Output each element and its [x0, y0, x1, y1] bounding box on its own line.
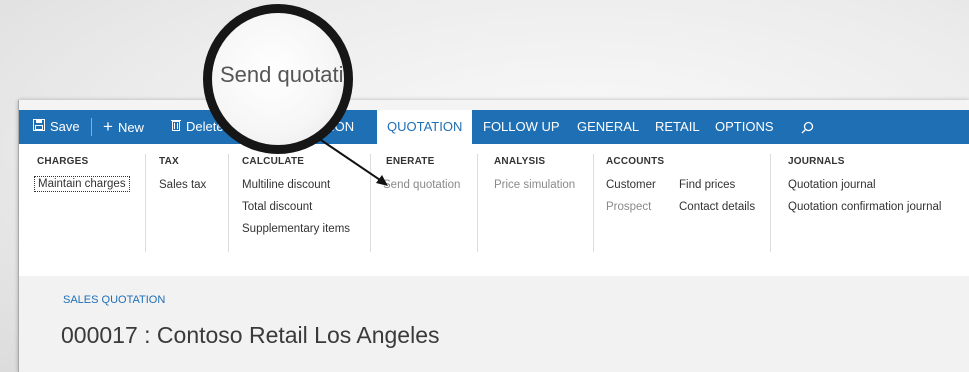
tab-options[interactable]: OPTIONS: [715, 110, 774, 144]
group-title: CHARGES: [37, 156, 89, 167]
group-divider: [477, 154, 478, 252]
group-divider: [370, 154, 371, 252]
tab-follow-up[interactable]: FOLLOW UP: [483, 110, 560, 144]
group-title: ANALYSIS: [494, 156, 546, 167]
group-journals: JOURNALS Quotation journal Quotation con…: [788, 144, 968, 264]
separator: [91, 118, 92, 136]
group-accounts: ACCOUNTS Customer Prospect Find prices C…: [606, 144, 771, 264]
new-label: New: [117, 120, 144, 135]
group-analysis: ANALYSIS Price simulation: [494, 144, 594, 264]
save-icon: [33, 110, 45, 144]
action-pane-bar: Save + New Delete ION QUOTATION FOLLOW UP…: [19, 110, 969, 144]
magnifier-lens: Send quotation: [203, 4, 353, 154]
prospect-button[interactable]: Prospect: [606, 201, 651, 213]
breadcrumb[interactable]: SALES QUOTATION: [63, 294, 165, 306]
save-label: Save: [50, 119, 80, 134]
search-button[interactable]: [801, 110, 814, 144]
group-divider: [770, 154, 771, 252]
tab-retail[interactable]: RETAIL: [655, 110, 700, 144]
quotation-journal-button[interactable]: Quotation journal: [788, 179, 876, 191]
send-quotation-button[interactable]: Send quotation: [383, 179, 460, 191]
form-header: SALES QUOTATION 000017 : Contoso Retail …: [19, 276, 969, 372]
tab-quotation[interactable]: QUOTATION: [377, 110, 473, 144]
group-calculate: CALCULATE Multiline discount Total disco…: [242, 144, 372, 264]
new-button[interactable]: + New: [103, 110, 144, 144]
app-window: Save + New Delete ION QUOTATION FOLLOW UP…: [18, 100, 969, 372]
save-button[interactable]: Save: [33, 110, 80, 144]
page-title: 000017 : Contoso Retail Los Angeles: [61, 322, 440, 348]
group-generate: ENERATE Send quotation: [383, 144, 483, 264]
multiline-discount-button[interactable]: Multiline discount: [242, 179, 330, 191]
customer-button[interactable]: Customer: [606, 179, 656, 191]
contact-details-button[interactable]: Contact details: [679, 201, 755, 213]
group-title: ACCOUNTS: [606, 156, 665, 167]
group-title: ENERATE: [386, 156, 435, 167]
group-divider: [593, 154, 594, 252]
group-charges: CHARGES Maintain charges: [34, 144, 147, 264]
price-simulation-button[interactable]: Price simulation: [494, 179, 575, 191]
group-tax: TAX Sales tax: [159, 144, 229, 264]
group-divider: [228, 154, 229, 252]
search-icon: [801, 119, 814, 134]
group-title: JOURNALS: [788, 156, 845, 167]
total-discount-button[interactable]: Total discount: [242, 201, 312, 213]
tab-general[interactable]: GENERAL: [577, 110, 639, 144]
quotation-confirmation-journal-button[interactable]: Quotation confirmation journal: [788, 201, 941, 213]
find-prices-button[interactable]: Find prices: [679, 179, 735, 191]
sales-tax-button[interactable]: Sales tax: [159, 179, 206, 191]
group-title: CALCULATE: [242, 156, 305, 167]
ribbon-panel: CHARGES Maintain charges TAX Sales tax C…: [19, 144, 969, 277]
plus-icon: +: [103, 117, 113, 136]
group-divider: [145, 154, 146, 252]
trash-icon: [171, 110, 181, 144]
group-title: TAX: [159, 156, 179, 167]
maintain-charges-button[interactable]: Maintain charges: [34, 176, 130, 192]
supplementary-items-button[interactable]: Supplementary items: [242, 223, 350, 235]
magnified-text: Send quotation: [220, 62, 344, 87]
